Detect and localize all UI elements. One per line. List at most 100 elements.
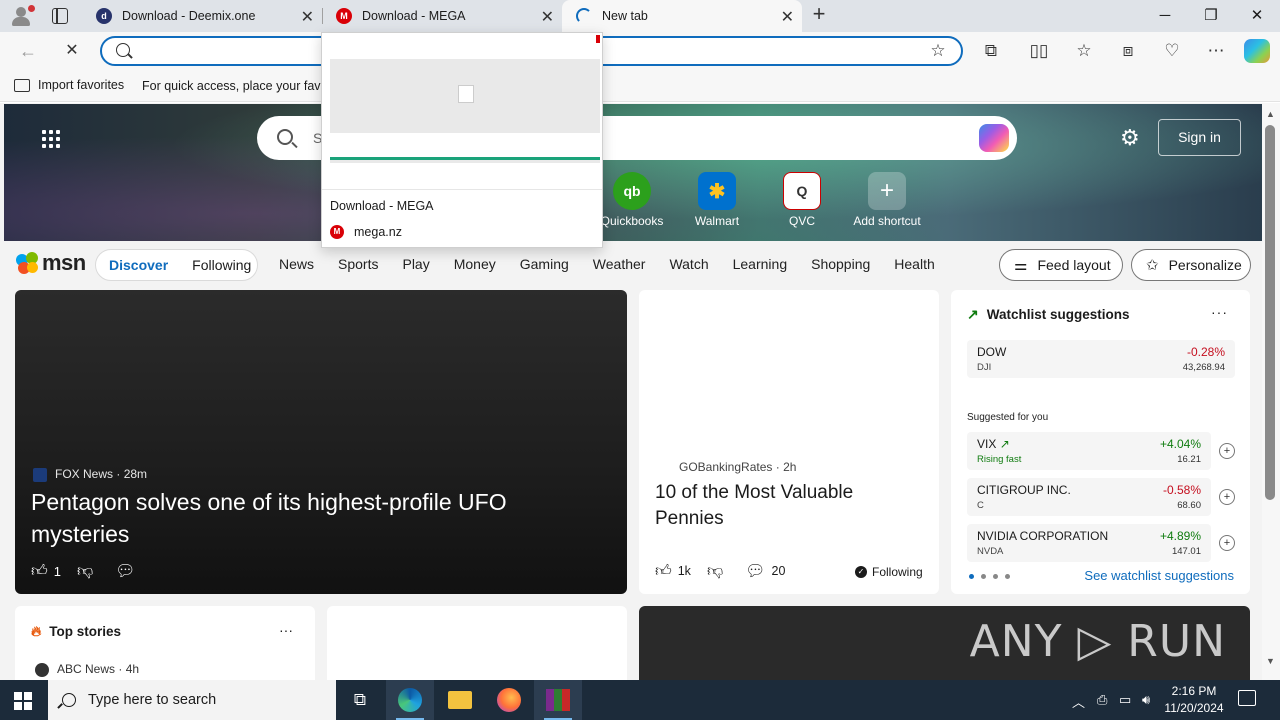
shortcut-qvc[interactable]: Q QVC (762, 172, 842, 228)
system-clock[interactable]: 2:16 PM 11/20/2024 (1158, 683, 1230, 717)
windows-start-icon[interactable] (14, 692, 32, 710)
plus-icon: + (868, 172, 906, 210)
network-icon[interactable]: ▭ (1119, 692, 1131, 708)
scroll-down-arrow-icon[interactable]: ▼ (1266, 656, 1275, 666)
copilot-icon[interactable] (1244, 39, 1270, 63)
add-shortcut-button[interactable]: + Add shortcut (847, 172, 927, 228)
tab-actions-icon[interactable] (52, 8, 68, 24)
more-options-icon[interactable]: ··· (279, 622, 293, 638)
top-stories-title: Top stories (49, 624, 122, 639)
app-launcher-icon[interactable] (42, 130, 60, 148)
video-card[interactable]: ANY ▷ RUN (639, 606, 1250, 680)
personalize-button[interactable]: ✩ Personalize (1131, 249, 1251, 281)
network-device-icon[interactable]: ⎙ (1097, 692, 1107, 708)
sign-in-button[interactable]: Sign in (1158, 119, 1241, 156)
category-gaming[interactable]: Gaming (520, 256, 569, 272)
anyrun-watermark: ANY ▷ RUN (969, 616, 1226, 667)
tab-new-tab[interactable]: New tab ✕ (562, 0, 802, 32)
firefox-icon[interactable] (485, 680, 533, 720)
shortcut-label: Quickbooks (600, 214, 664, 228)
dislike-button[interactable]: 👎︎ (77, 562, 99, 581)
watchlist-card: ↗ Watchlist suggestions ··· DOW DJI -0.2… (951, 290, 1250, 594)
page-scrollbar[interactable]: ▲ ▼ (1262, 103, 1280, 680)
tab-hover-preview[interactable]: Download - MEGA M mega.nz (321, 32, 603, 248)
tab-following[interactable]: Following (192, 257, 251, 273)
show-hidden-icons-chevron-icon[interactable]: ︿ (1072, 692, 1085, 711)
stock-row-dow[interactable]: DOW DJI -0.28% 43,268.94 (967, 340, 1235, 378)
category-shopping[interactable]: Shopping (811, 256, 870, 272)
comment-button[interactable]: 💬︎ 20 (745, 561, 785, 581)
settings-gear-icon[interactable]: ⚙ (1120, 125, 1140, 151)
volume-icon[interactable]: 🔊︎ (1142, 692, 1150, 708)
extensions-icon[interactable]: ⧉ (980, 40, 1002, 62)
download-progress-bar (330, 157, 600, 160)
scrollbar-thumb[interactable] (1265, 125, 1275, 500)
close-tab-icon[interactable]: ✕ (301, 7, 314, 27)
category-learning[interactable]: Learning (733, 256, 788, 272)
close-window-button[interactable]: ✕ (1234, 0, 1280, 32)
profile-icon[interactable] (8, 4, 36, 28)
shortcut-walmart[interactable]: ✱ Walmart (677, 172, 757, 228)
category-watch[interactable]: Watch (669, 256, 708, 272)
hero-story-card[interactable]: FOX News · 28m Pentagon solves one of it… (15, 290, 627, 594)
add-to-watchlist-button[interactable]: + (1219, 535, 1235, 551)
minimize-button[interactable]: ─ (1142, 0, 1188, 32)
file-explorer-icon[interactable] (436, 680, 484, 720)
notifications-icon[interactable] (1238, 690, 1256, 706)
qvc-icon: Q (783, 172, 821, 210)
category-sports[interactable]: Sports (338, 256, 378, 272)
gobankingrates-icon (657, 461, 671, 475)
category-weather[interactable]: Weather (593, 256, 646, 272)
close-tab-icon[interactable]: ✕ (541, 7, 554, 27)
import-favorites-button[interactable]: Import favorites (14, 78, 124, 92)
story-card[interactable]: GOBankingRates · 2h 10 of the Most Valua… (639, 290, 939, 594)
more-options-icon[interactable]: ··· (1211, 304, 1228, 320)
category-news[interactable]: News (279, 256, 314, 272)
stock-row-nvidia[interactable]: NVIDIA CORPORATION NVDA +4.89% 147.01 + (967, 524, 1235, 562)
shortcut-quickbooks[interactable]: qb Quickbooks (592, 172, 672, 228)
category-health[interactable]: Health (894, 256, 934, 272)
more-menu-icon[interactable]: ⋯ (1205, 40, 1227, 62)
performance-icon[interactable]: ♡ (1161, 40, 1183, 62)
category-play[interactable]: Play (402, 256, 429, 272)
following-button[interactable]: ✓ Following (855, 565, 923, 579)
split-screen-icon[interactable]: ▯▯ (1028, 40, 1050, 62)
copilot-icon[interactable] (979, 124, 1009, 152)
see-watchlist-link[interactable]: See watchlist suggestions (1084, 568, 1234, 583)
edge-taskbar-icon[interactable] (386, 680, 434, 720)
stock-row-vix[interactable]: VIX ↗ Rising fast +4.04% 16.21 + (967, 432, 1235, 470)
story-card-loading (327, 606, 627, 680)
browser-toolbar: ← ✕ ☆ ⧉ ▯▯ ☆ ⧈ ♡ ⋯ (0, 32, 1280, 70)
like-button[interactable]: 👍︎ 1 (31, 562, 61, 581)
task-view-icon[interactable]: ⧉ (336, 680, 384, 720)
stop-loading-button[interactable]: ✕ (61, 40, 83, 62)
add-to-watchlist-button[interactable]: + (1219, 443, 1235, 459)
back-button[interactable]: ← (17, 40, 39, 62)
restore-button[interactable]: ❐ (1188, 0, 1234, 32)
scroll-up-arrow-icon[interactable]: ▲ (1266, 109, 1275, 119)
new-tab-button[interactable]: + (808, 3, 830, 26)
comment-button[interactable]: 💬︎ (115, 561, 141, 581)
winrar-icon[interactable] (534, 680, 582, 720)
dislike-button[interactable]: 👎︎ (707, 562, 729, 581)
msn-logo[interactable]: msn (16, 250, 86, 276)
story-title[interactable]: Pentagon solves one of its highest-profi… (31, 486, 591, 550)
taskbar-search-box[interactable]: Type here to search (48, 680, 336, 720)
carousel-dots[interactable] (969, 574, 1017, 579)
favorites-icon[interactable]: ☆ (1073, 40, 1095, 62)
feed-layout-button[interactable]: ⚌ Feed layout (999, 249, 1123, 281)
stock-row-citigroup[interactable]: CITIGROUP INC. C -0.58% 68.60 + (967, 478, 1235, 516)
collections-icon[interactable]: ⧈ (1117, 40, 1139, 62)
divider (322, 189, 602, 190)
tab-deemix[interactable]: d Download - Deemix.one ✕ (82, 0, 322, 32)
story-source: FOX News · 28m (55, 467, 148, 481)
tab-mega[interactable]: M Download - MEGA ✕ (322, 0, 562, 32)
tab-discover[interactable]: Discover (109, 257, 168, 273)
category-money[interactable]: Money (454, 256, 496, 272)
story-title[interactable]: 10 of the Most Valuable Pennies (655, 480, 915, 532)
add-to-watchlist-button[interactable]: + (1219, 489, 1235, 505)
favorite-star-icon[interactable]: ☆ (927, 40, 949, 62)
like-button[interactable]: 👍︎ 1k (655, 562, 691, 581)
close-tab-icon[interactable]: ✕ (781, 7, 794, 27)
tab-title: Download - Deemix.one (122, 9, 256, 23)
